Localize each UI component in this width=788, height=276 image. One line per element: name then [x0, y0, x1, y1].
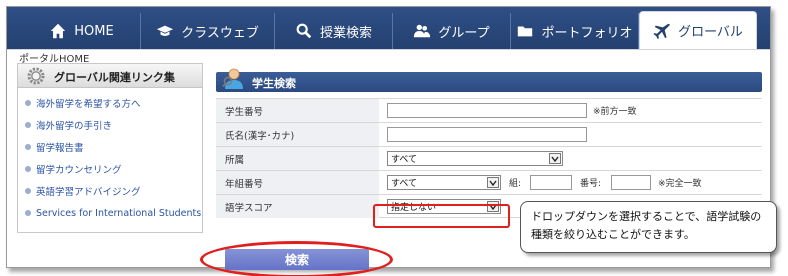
affiliation-select[interactable]: すべて: [387, 151, 563, 166]
tab-label: グローバル: [678, 25, 743, 40]
affiliation-label: 所属: [216, 147, 379, 170]
tab-course-search[interactable]: 授業検索: [275, 13, 393, 49]
home-icon: [51, 23, 66, 39]
sidebar: グローバル関連リンク集 海外留学を希望する方へ 海外留学の手引き 留学報告書 留…: [17, 63, 203, 233]
name-input[interactable]: [387, 127, 587, 142]
prefix-match-note: ※前方一致: [593, 107, 637, 117]
chevron-down-icon: [487, 177, 499, 188]
tab-label: クラスウェブ: [181, 25, 259, 41]
year-selected: すべて: [391, 179, 418, 189]
search-button-highlight: [200, 241, 393, 276]
main-nav: HOME クラスウェブ 授業検索 グループ ポートフォリオ グローバル: [7, 7, 770, 49]
chevron-down-icon: [549, 153, 561, 164]
tab-label: 授業検索: [319, 25, 372, 41]
student-number-label: 学生番号: [216, 99, 379, 122]
link-label: 海外留学の手引き: [36, 121, 113, 132]
student-search-form: 学生番号 ※前方一致 氏名(漢字･カナ) 所属 すべて 年組番号 すべて 組: …: [216, 98, 762, 218]
bullet-icon: [25, 188, 31, 194]
sidebar-header: グローバル関連リンク集: [18, 64, 202, 88]
bullet-icon: [25, 144, 31, 150]
form-row-student-number: 学生番号 ※前方一致: [216, 98, 762, 122]
bullet-icon: [25, 122, 31, 128]
gear-icon: [27, 67, 45, 85]
nav-divider: [7, 49, 770, 50]
tab-label: グループ: [438, 25, 490, 41]
tab-portfolio[interactable]: ポートフォリオ: [511, 13, 639, 49]
tab-home[interactable]: HOME: [23, 13, 141, 49]
form-row-year-class: 年組番号 すべて 組: 番号: ※完全一致: [216, 170, 762, 194]
panel-title: 学生検索: [252, 77, 296, 90]
affiliation-selected: すべて: [391, 155, 418, 165]
tab-label: HOME: [74, 23, 114, 39]
tab-classweb[interactable]: クラスウェブ: [141, 13, 275, 49]
bullet-icon: [25, 100, 31, 106]
student-number-input[interactable]: [387, 103, 587, 118]
callout-annotation: ドロップダウンを選択することで、語学試験の種類を絞り込むことができます。: [520, 201, 777, 253]
tab-label: ポートフォリオ: [541, 25, 633, 41]
name-label: 氏名(漢字･カナ): [216, 123, 379, 146]
sidebar-title: グローバル関連リンク集: [54, 71, 175, 84]
link-label: 英語学習アドバイジング: [36, 187, 141, 198]
year-class-label: 年組番号: [216, 171, 379, 194]
graduation-cap-icon: [157, 25, 174, 36]
form-row-name: 氏名(漢字･カナ): [216, 122, 762, 146]
number-input[interactable]: [611, 175, 651, 190]
search-icon: [296, 23, 312, 39]
person-search-icon: [222, 68, 243, 89]
tab-global[interactable]: グローバル: [639, 11, 757, 49]
sidebar-link-study-abroad-applicants[interactable]: 海外留学を希望する方へ: [18, 92, 202, 114]
link-label: 留学報告書: [36, 143, 84, 154]
form-row-affiliation: 所属 すべて: [216, 146, 762, 170]
sidebar-link-study-abroad-guide[interactable]: 海外留学の手引き: [18, 114, 202, 136]
number-label: 番号:: [580, 179, 602, 189]
language-score-highlight: [373, 204, 510, 228]
exact-match-note: ※完全一致: [658, 179, 702, 189]
sidebar-link-english-advising[interactable]: 英語学習アドバイジング: [18, 180, 202, 202]
sidebar-link-international-students[interactable]: Services for International Students: [18, 202, 202, 224]
tab-group[interactable]: グループ: [393, 13, 511, 49]
group-icon: [414, 24, 431, 38]
sidebar-link-study-reports[interactable]: 留学報告書: [18, 136, 202, 158]
bullet-icon: [25, 210, 31, 216]
sidebar-links: 海外留学を希望する方へ 海外留学の手引き 留学報告書 留学カウンセリング 英語学…: [18, 92, 202, 224]
bullet-icon: [25, 166, 31, 172]
class-input[interactable]: [530, 175, 572, 190]
year-select[interactable]: すべて: [387, 175, 501, 190]
folder-icon: [518, 26, 533, 37]
class-label: 組:: [509, 179, 522, 189]
link-label: 海外留学を希望する方へ: [36, 99, 141, 110]
airplane-icon: [653, 23, 671, 39]
sidebar-link-counseling[interactable]: 留学カウンセリング: [18, 158, 202, 180]
language-score-label: 語学スコア: [216, 195, 379, 218]
panel-header: 学生検索: [216, 68, 762, 92]
link-label: 留学カウンセリング: [36, 165, 122, 176]
link-label: Services for International Students: [36, 207, 202, 219]
